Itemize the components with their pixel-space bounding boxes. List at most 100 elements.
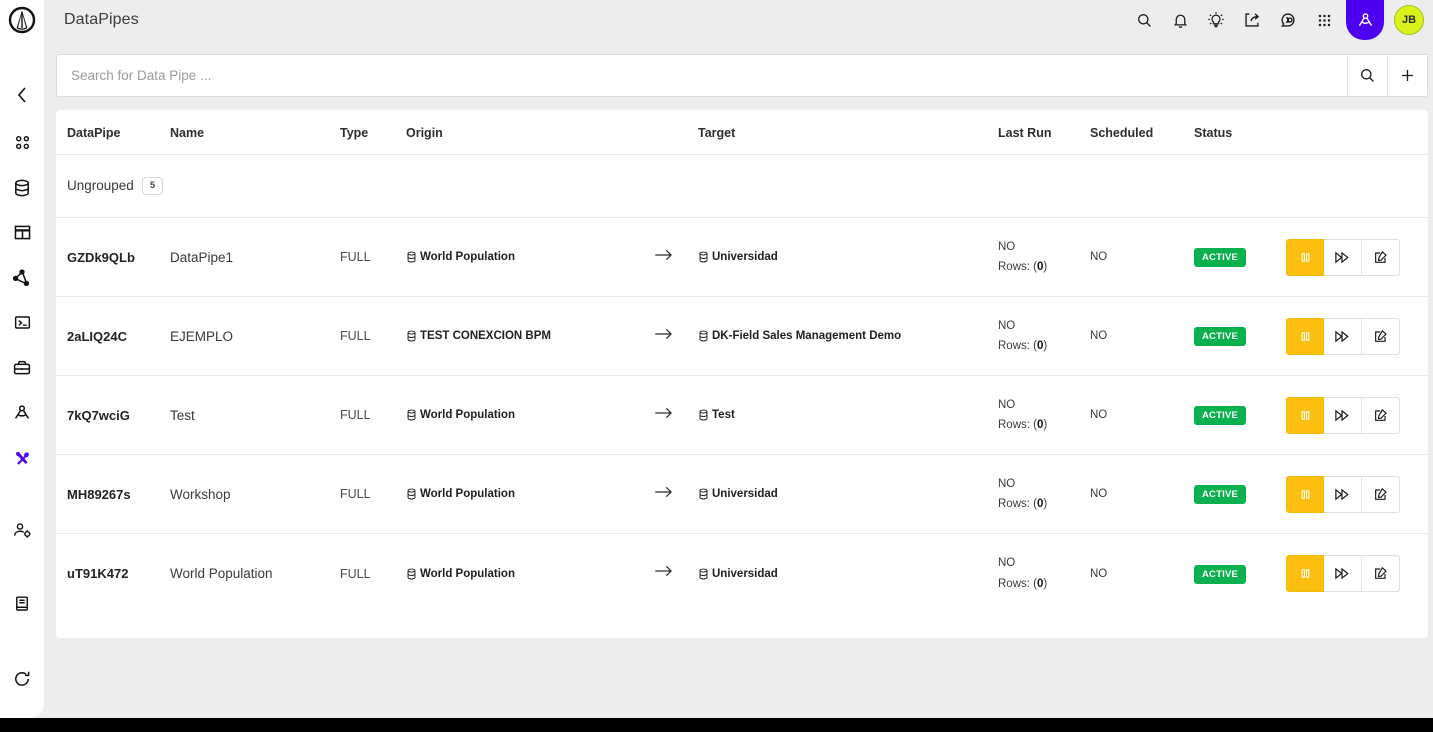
header-notifications-button[interactable]	[1162, 0, 1198, 40]
sidebar-item-connections[interactable]	[0, 255, 44, 300]
database-icon	[407, 330, 416, 342]
cell-last-run: NO Rows: (0)	[998, 296, 1090, 377]
bell-icon	[1173, 14, 1187, 28]
cell-scheduled: NO	[1090, 296, 1194, 377]
fast-forward-button[interactable]	[1324, 475, 1362, 513]
edit-button[interactable]	[1362, 238, 1400, 276]
arrow-right-icon	[655, 328, 672, 339]
sidebar-item-docs[interactable]	[0, 581, 44, 626]
pause-button[interactable]	[1286, 396, 1324, 434]
cell-name: World Population	[170, 534, 340, 613]
pause-button[interactable]	[1286, 555, 1324, 592]
cell-last-run: NO Rows: (0)	[998, 534, 1090, 613]
sidebar-item-tools[interactable]	[0, 435, 44, 480]
sidebar-item-database[interactable]	[0, 165, 44, 210]
pause-button[interactable]	[1286, 475, 1324, 513]
cell-type: FULL	[340, 454, 406, 535]
table-row[interactable]: 2aLIQ24C EJEMPLO FULL TEST CONEXCION BPM DK-…	[56, 296, 1428, 377]
fast-forward-button[interactable]	[1324, 317, 1362, 355]
compass-user-icon	[1358, 12, 1372, 26]
origin-connection: World Population	[406, 251, 654, 263]
origin-label: World Population	[420, 488, 515, 501]
pause-button[interactable]	[1286, 238, 1324, 276]
edit-button[interactable]	[1362, 396, 1400, 434]
cell-datapipe-id[interactable]: MH89267s	[56, 454, 170, 535]
sidebar-item-toolbox[interactable]	[0, 345, 44, 390]
sidebar-item-apps[interactable]	[0, 120, 44, 165]
cell-datapipe-id[interactable]: 7kQ7wciG	[56, 375, 170, 456]
column-header-target[interactable]: Target	[698, 110, 998, 155]
header-search-button[interactable]	[1126, 0, 1162, 40]
column-header-datapipe[interactable]: DataPipe	[56, 110, 170, 155]
sidebar-item-user-settings[interactable]	[0, 508, 44, 553]
cell-scheduled-text: NO	[1090, 567, 1108, 580]
header-help-button[interactable]	[1270, 0, 1306, 40]
cell-datapipe-id[interactable]: 2aLIQ24C	[56, 296, 170, 377]
sidebar-item-workspace[interactable]	[0, 390, 44, 435]
toolbox-icon	[13, 360, 31, 374]
column-header-origin[interactable]: Origin	[406, 110, 654, 155]
header-apps-button[interactable]	[1306, 0, 1342, 40]
app-logo[interactable]	[0, 0, 44, 40]
sidebar-item-refresh[interactable]	[0, 656, 44, 701]
cell-name-text: Test	[170, 407, 195, 423]
cell-status: ACTIVE	[1194, 217, 1286, 298]
cell-status: ACTIVE	[1194, 375, 1286, 456]
column-header-spacer	[654, 110, 698, 155]
apps-dots-icon	[1318, 14, 1330, 26]
column-header-type[interactable]: Type	[340, 110, 406, 155]
sidebar-collapse-button[interactable]	[0, 70, 44, 120]
database-icon	[699, 409, 708, 421]
origin-label: TEST CONEXCION BPM	[420, 330, 551, 343]
header-share-button[interactable]	[1234, 0, 1270, 40]
cell-datapipe-id-text: MH89267s	[67, 486, 131, 502]
sidebar-item-console[interactable]	[0, 300, 44, 345]
row-action-group	[1286, 396, 1428, 434]
pause-button[interactable]	[1286, 317, 1324, 355]
cell-name-text: Workshop	[170, 486, 231, 502]
table-row[interactable]: 7kQ7wciG Test FULL World Population Test NO Ro…	[56, 375, 1428, 456]
header-workspace-tab[interactable]	[1346, 0, 1384, 40]
group-count-badge: 5	[141, 177, 164, 195]
table-row[interactable]: GZDk9QLb DataPipe1 FULL World Population Uni…	[56, 217, 1428, 298]
table-icon	[14, 225, 30, 240]
group-row[interactable]: Ungrouped 5	[56, 154, 1428, 219]
fast-forward-button[interactable]	[1324, 238, 1362, 276]
cell-datapipe-id[interactable]: GZDk9QLb	[56, 217, 170, 298]
target-connection: Universidad	[698, 568, 998, 580]
origin-label: World Population	[420, 409, 515, 422]
add-datapipe-button[interactable]	[1387, 55, 1427, 96]
search-submit-button[interactable]	[1347, 55, 1387, 96]
sidebar-item-table[interactable]	[0, 210, 44, 255]
edit-button[interactable]	[1362, 555, 1400, 592]
share-nodes-icon	[12, 268, 30, 286]
arrow-right-icon	[655, 407, 672, 418]
fast-forward-icon	[1335, 567, 1349, 580]
column-header-status[interactable]: Status	[1194, 110, 1286, 155]
origin-connection: TEST CONEXCION BPM	[406, 330, 654, 342]
row-action-group	[1286, 475, 1428, 513]
table-row[interactable]: MH89267s Workshop FULL World Population Univ…	[56, 454, 1428, 535]
origin-connection: World Population	[406, 488, 654, 500]
fast-forward-button[interactable]	[1324, 396, 1362, 434]
cell-scheduled: NO	[1090, 375, 1194, 456]
table-row[interactable]: uT91K472 World Population FULL World Popula…	[56, 534, 1428, 613]
header-ideas-button[interactable]	[1198, 0, 1234, 40]
cell-datapipe-id-text: GZDk9QLb	[67, 249, 135, 265]
rows-count: 0	[1036, 340, 1044, 353]
status-badge: ACTIVE	[1194, 485, 1247, 505]
column-header-actions	[1286, 110, 1428, 155]
search-input[interactable]	[57, 55, 1347, 96]
column-header-name[interactable]: Name	[170, 110, 340, 155]
cell-target: DK-Field Sales Management Demo	[698, 296, 998, 377]
edit-button[interactable]	[1362, 475, 1400, 513]
fast-forward-button[interactable]	[1324, 555, 1362, 592]
cell-datapipe-id[interactable]: uT91K472	[56, 534, 170, 613]
edit-button[interactable]	[1362, 317, 1400, 355]
column-header-last-run[interactable]: Last Run	[998, 110, 1090, 155]
database-icon	[407, 488, 416, 500]
rows-count: 0	[1036, 498, 1044, 511]
target-connection: Test	[698, 409, 998, 421]
avatar[interactable]: JB	[1394, 5, 1424, 35]
column-header-scheduled[interactable]: Scheduled	[1090, 110, 1194, 155]
